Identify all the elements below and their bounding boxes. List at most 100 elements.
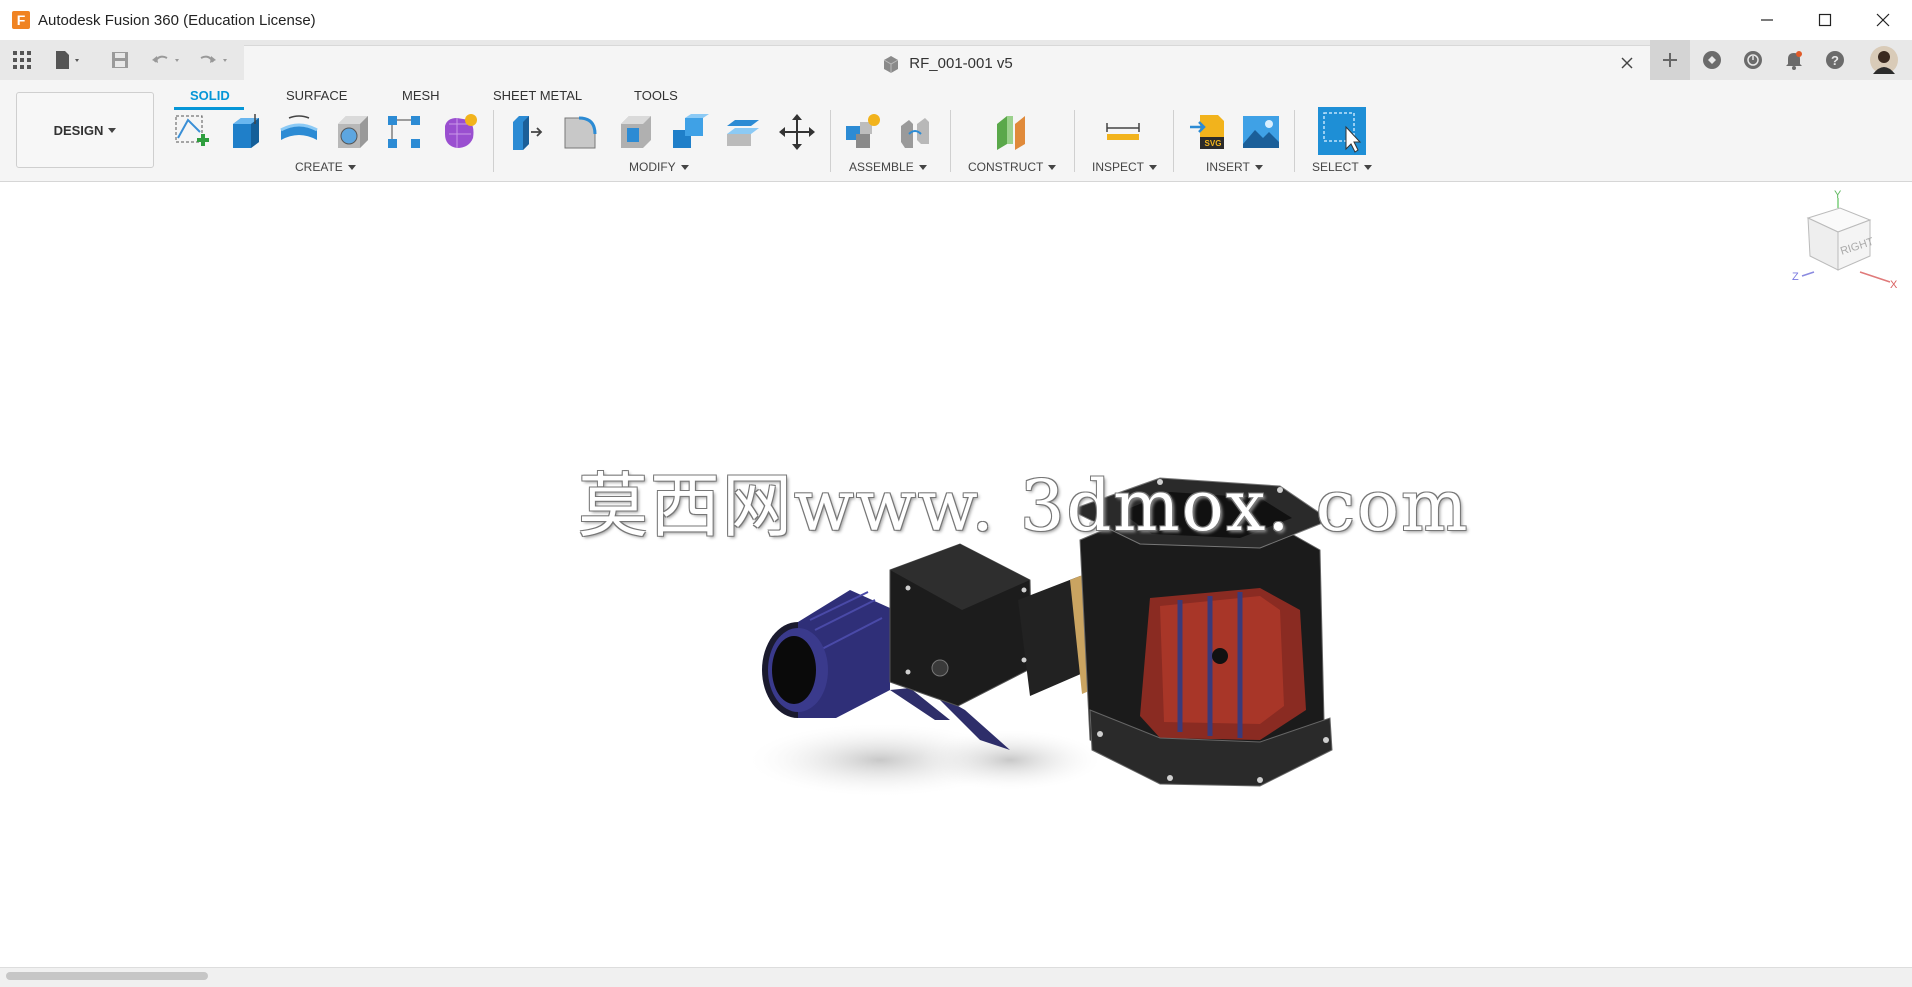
shell-button[interactable] [613, 110, 657, 154]
axis-z-label: Z [1792, 271, 1799, 283]
undo-button[interactable] [146, 40, 186, 80]
file-icon [56, 51, 79, 69]
combine-icon [673, 114, 709, 148]
new-component-icon [846, 114, 880, 148]
select-icon [1318, 107, 1366, 155]
chevron-down-icon [347, 165, 356, 171]
press-pull-button[interactable] [505, 110, 549, 154]
minimize-icon [1761, 19, 1773, 21]
ribbon-toolbar: DESIGN SOLID SURFACE MESH SHEET METAL TO… [0, 80, 1912, 182]
viewcube[interactable]: Y Z X RIGHT [1790, 189, 1900, 300]
chevron-down-icon [680, 165, 689, 171]
revolve-button[interactable] [277, 110, 321, 154]
new-component-button[interactable] [840, 110, 884, 154]
combine-button[interactable] [667, 110, 711, 154]
profile-avatar[interactable] [1864, 40, 1904, 80]
document-tab-bar: RF_001-001 v5 ? [0, 40, 1912, 81]
maximize-button[interactable] [1796, 0, 1854, 40]
workspace-label: DESIGN [53, 122, 104, 138]
workspace-switcher[interactable]: DESIGN [16, 92, 154, 168]
inspect-menu[interactable]: INSPECT [1092, 160, 1158, 174]
offset-plane-icon [997, 116, 1025, 150]
chevron-down-icon [918, 165, 927, 171]
inspect-label: INSPECT [1092, 160, 1145, 174]
joint-icon [901, 118, 929, 148]
window-title: Autodesk Fusion 360 (Education License) [38, 11, 316, 29]
redo-button[interactable] [194, 40, 234, 80]
scrollbar-thumb[interactable] [6, 972, 208, 980]
shell-icon [621, 116, 651, 148]
close-icon [1876, 13, 1890, 27]
svg-text:SVG: SVG [1205, 139, 1222, 148]
chevron-down-icon [1254, 165, 1263, 171]
fillet-button[interactable] [559, 110, 603, 154]
separator [830, 110, 831, 172]
extensions-button[interactable] [1692, 40, 1732, 80]
offset-face-button[interactable] [721, 110, 765, 154]
create-menu[interactable]: CREATE [295, 160, 356, 174]
chevron-down-icon [1149, 165, 1158, 171]
separator [950, 110, 951, 172]
create-form-button[interactable] [437, 110, 481, 154]
close-window-button[interactable] [1854, 0, 1912, 40]
help-button[interactable]: ? [1815, 40, 1855, 80]
close-tab-button[interactable] [1616, 52, 1638, 74]
avatar-icon [1870, 46, 1898, 74]
assemble-menu[interactable]: ASSEMBLE [849, 160, 927, 174]
hole-icon [338, 116, 368, 148]
watermark-text: 莫西网www. 3dmox. com [578, 465, 1470, 547]
notifications-button[interactable] [1774, 40, 1814, 80]
select-label: SELECT [1312, 160, 1359, 174]
axis-x-label: X [1890, 279, 1898, 291]
fusion-logo-icon: F [12, 11, 30, 29]
notifications-icon [1786, 51, 1802, 70]
select-button[interactable] [1317, 106, 1367, 156]
job-status-button[interactable] [1733, 40, 1773, 80]
window-controls [1738, 0, 1912, 40]
revolve-icon [280, 115, 318, 140]
chevron-down-icon [1048, 165, 1057, 171]
svg-text:?: ? [1831, 53, 1839, 68]
insert-canvas-button[interactable] [1239, 110, 1283, 154]
component-icon [884, 55, 899, 73]
create-sketch-button[interactable] [170, 110, 214, 154]
chevron-down-icon [108, 127, 117, 133]
minimize-button[interactable] [1738, 0, 1796, 40]
new-tab-button[interactable] [1650, 40, 1690, 80]
document-tab[interactable]: RF_001-001 v5 [244, 45, 1650, 81]
offset-plane-button[interactable] [991, 110, 1035, 154]
hole-button[interactable] [330, 110, 374, 154]
modify-menu[interactable]: MODIFY [629, 160, 689, 174]
joint-button[interactable] [893, 110, 937, 154]
separator [1074, 110, 1075, 172]
measure-button[interactable] [1101, 110, 1145, 154]
tab-sheet-metal[interactable]: SHEET METAL [493, 85, 582, 107]
fillet-icon [564, 116, 597, 149]
horizontal-scrollbar[interactable] [0, 967, 1912, 987]
rectangular-pattern-icon [388, 116, 420, 148]
grid-apps-icon [13, 51, 31, 69]
offset-face-icon [727, 120, 759, 146]
tab-surface[interactable]: SURFACE [286, 85, 347, 107]
tab-solid[interactable]: SOLID [190, 85, 230, 107]
insert-menu[interactable]: INSERT [1206, 160, 1263, 174]
pattern-button[interactable] [382, 110, 426, 154]
insert-svg-button[interactable]: SVG [1187, 110, 1231, 154]
extensions-icon [1703, 51, 1721, 69]
move-copy-button[interactable] [775, 110, 819, 154]
apps-grid-button[interactable] [8, 40, 36, 80]
new-tab-icon [1663, 53, 1677, 67]
extrude-icon [233, 114, 259, 148]
select-menu[interactable]: SELECT [1312, 160, 1372, 174]
close-icon [1621, 57, 1633, 69]
save-button[interactable] [106, 40, 134, 80]
tab-mesh[interactable]: MESH [402, 85, 440, 107]
title-bar: F Autodesk Fusion 360 (Education License… [0, 0, 1912, 41]
maximize-icon [1818, 13, 1832, 27]
document-title: RF_001-001 v5 [909, 55, 1013, 72]
extrude-button[interactable] [223, 110, 267, 154]
form-icon [445, 114, 477, 148]
tab-tools[interactable]: TOOLS [634, 85, 678, 107]
file-menu-button[interactable] [48, 40, 88, 80]
construct-menu[interactable]: CONSTRUCT [968, 160, 1057, 174]
